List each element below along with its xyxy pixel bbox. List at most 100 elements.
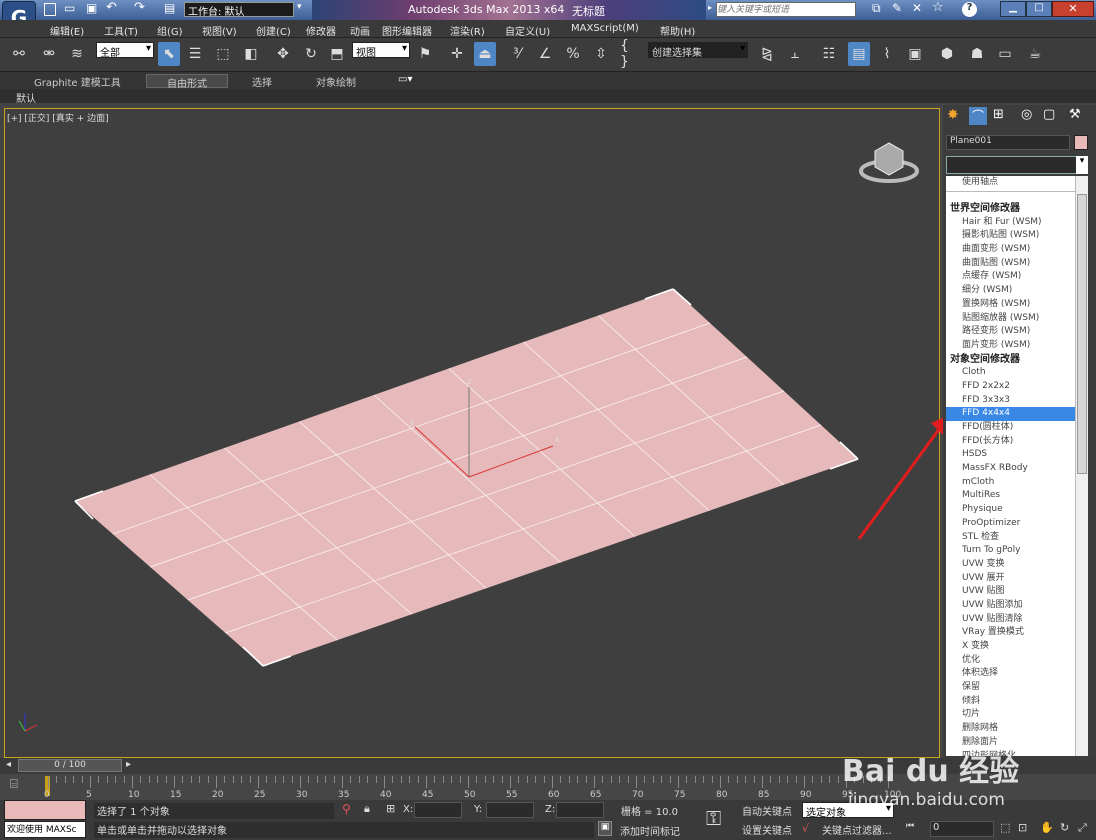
modifier-item[interactable]: 体积选择 <box>946 667 1075 681</box>
use-pivot-item[interactable]: 使用轴点 <box>946 176 1075 192</box>
modifier-item[interactable]: 曲面变形 (WSM) <box>946 243 1075 257</box>
abs-mode-icon[interactable]: ⊞ <box>386 802 395 815</box>
modifier-item[interactable]: VRay 置换模式 <box>946 626 1075 640</box>
edit-named-selection-icon[interactable]: { } <box>620 38 642 70</box>
scale-icon[interactable]: ⬒ <box>326 42 348 66</box>
ribbon-default-label[interactable]: 默认 <box>16 90 36 105</box>
z-coord-field[interactable] <box>556 802 604 818</box>
binoculars-icon[interactable]: ⧉ <box>872 1 881 16</box>
ribbon-options-icon[interactable]: ▭▾ <box>398 74 412 85</box>
maximize-viewport-icon[interactable]: ⤢ <box>1078 821 1087 835</box>
y-coord-field[interactable] <box>486 802 534 818</box>
lock-selection-icon[interactable]: 🔒︎ <box>364 802 370 816</box>
object-color-swatch[interactable] <box>1074 135 1088 150</box>
utilities-tab-icon[interactable]: ⚒ <box>1069 107 1081 122</box>
modifier-item[interactable]: MassFX RBody <box>946 462 1075 476</box>
menu-group[interactable]: 组(G) <box>157 23 183 38</box>
modifier-item[interactable]: 曲面贴图 (WSM) <box>946 257 1075 271</box>
modifier-item[interactable]: 优化 <box>946 654 1075 668</box>
graphite-toggle-icon[interactable]: ▤ <box>848 42 870 66</box>
modifier-item[interactable]: 细分 (WSM) <box>946 284 1075 298</box>
next-frame-button[interactable]: ▸ <box>126 759 131 770</box>
select-by-name-icon[interactable]: ☰ <box>184 42 206 66</box>
window-crossing-icon[interactable]: ◧ <box>240 42 262 66</box>
auto-key-button[interactable]: 自动关键点 <box>742 803 792 818</box>
mirror-icon[interactable]: ⧎ <box>756 42 778 66</box>
hierarchy-tab-icon[interactable]: ⊞ <box>993 107 1004 122</box>
named-selection-dropdown[interactable]: 创建选择集 <box>648 42 748 59</box>
menu-views[interactable]: 视图(V) <box>202 23 237 38</box>
rotate-icon[interactable]: ↻ <box>300 42 322 66</box>
modifier-item[interactable]: 置换网格 (WSM) <box>946 298 1075 312</box>
isolate-icon[interactable]: ⚲ <box>342 802 351 816</box>
modifier-item[interactable]: 路径变形 (WSM) <box>946 325 1075 339</box>
modifier-item[interactable]: MultiRes <box>946 489 1075 503</box>
modify-tab-icon[interactable]: ⌒ <box>969 107 987 125</box>
keyboard-shortcut-icon[interactable]: ⏏ <box>474 42 496 66</box>
menu-customize[interactable]: 自定义(U) <box>505 23 550 38</box>
modifier-item[interactable]: 面片变形 (WSM) <box>946 339 1075 353</box>
modifier-item[interactable]: Hair 和 Fur (WSM) <box>946 216 1075 230</box>
user-icon[interactable]: ✕ <box>912 1 922 15</box>
key-filters-icon[interactable]: √ <box>802 822 809 835</box>
modifier-item[interactable]: 保留 <box>946 681 1075 695</box>
maxscript-listener[interactable] <box>4 800 86 820</box>
help-icon[interactable]: ? <box>962 2 977 17</box>
display-tab-icon[interactable]: ▢ <box>1043 107 1055 122</box>
select-object-icon[interactable]: ⬉ <box>158 42 180 66</box>
tools-icon[interactable]: ✎ <box>892 1 902 15</box>
select-manipulate-icon[interactable]: ✛ <box>446 42 468 66</box>
star-icon[interactable]: ☆ <box>932 0 944 15</box>
modifier-item[interactable]: FFD 4x4x4 <box>946 407 1075 421</box>
x-coord-field[interactable] <box>414 802 462 818</box>
open-file-icon[interactable]: ▭ <box>64 1 75 15</box>
add-time-tag[interactable]: 添加时间标记 <box>620 823 680 838</box>
workspace-dropdown[interactable]: 工作台: 默认 <box>184 2 294 18</box>
render-teapot-icon[interactable]: ☕ <box>1024 42 1046 66</box>
material-editor-icon[interactable]: ⬢ <box>936 42 958 66</box>
modifier-item[interactable]: UVW 展开 <box>946 572 1075 586</box>
modifier-item[interactable]: UVW 贴图 <box>946 585 1075 599</box>
save-icon[interactable]: ▣ <box>86 1 97 15</box>
time-tag-icon[interactable]: ▣ <box>598 821 612 836</box>
move-icon[interactable]: ✥ <box>272 42 294 66</box>
tab-selection[interactable]: 选择 <box>244 74 280 89</box>
modifier-item[interactable]: X 变换 <box>946 640 1075 654</box>
project-folder-icon[interactable]: ▤ <box>164 1 175 15</box>
minimize-button[interactable]: ▁ <box>1000 1 1026 17</box>
modifier-list[interactable]: 使用轴点 世界空间修改器 Hair 和 Fur (WSM) 摄影机贴图 (WSM) 曲… <box>946 176 1075 756</box>
modifier-item[interactable]: 切片 <box>946 708 1075 722</box>
modifier-item[interactable]: FFD(圆柱体) <box>946 421 1075 435</box>
angle-snap-icon[interactable]: ∠ <box>534 42 556 66</box>
tab-freeform[interactable]: 自由形式 <box>146 74 228 90</box>
time-slider-thumb[interactable]: 0 / 100 <box>18 759 122 772</box>
modifier-item[interactable]: UVW 贴图清除 <box>946 613 1075 627</box>
menu-animation[interactable]: 动画 <box>350 23 370 38</box>
menu-modifiers[interactable]: 修改器 <box>306 23 336 38</box>
align-icon[interactable]: ⫠ <box>784 42 806 66</box>
maximize-button[interactable]: □ <box>1026 1 1052 17</box>
modifier-item[interactable]: FFD(长方体) <box>946 435 1075 449</box>
modifier-item[interactable]: ProOptimizer <box>946 517 1075 531</box>
modifier-item[interactable]: STL 检查 <box>946 531 1075 545</box>
unlink-icon[interactable]: ⚮ <box>38 42 60 66</box>
modifier-item[interactable]: 点缓存 (WSM) <box>946 270 1075 284</box>
modifier-item[interactable]: Turn To gPoly <box>946 544 1075 558</box>
object-name-field[interactable]: Plane001 <box>946 135 1070 150</box>
create-tab-icon[interactable]: ✸ <box>947 107 959 123</box>
snaps-toggle-icon[interactable]: ³⁄ <box>506 42 528 66</box>
close-button[interactable]: ✕ <box>1052 1 1094 17</box>
menu-graph-editors[interactable]: 图形编辑器 <box>382 23 432 38</box>
modifier-item[interactable]: 贴图缩放器 (WSM) <box>946 312 1075 326</box>
menu-maxscript[interactable]: MAXScript(M) <box>571 23 639 34</box>
dropdown-arrow-icon[interactable]: ▾ <box>1076 156 1088 174</box>
reference-coord-dropdown[interactable]: 视图 <box>352 42 410 59</box>
schematic-view-icon[interactable]: ▣ <box>904 42 926 66</box>
chevron-down-icon[interactable]: ▾ <box>297 2 302 12</box>
motion-tab-icon[interactable]: ◎ <box>1021 107 1032 122</box>
tab-object-paint[interactable]: 对象绘制 <box>308 74 364 89</box>
modifier-item[interactable]: UVW 贴图添加 <box>946 599 1075 613</box>
menu-rendering[interactable]: 渲染(R) <box>450 23 485 38</box>
spinner-snap-icon[interactable]: ⇳ <box>590 42 612 66</box>
modifier-item[interactable]: FFD 3x3x3 <box>946 394 1075 408</box>
